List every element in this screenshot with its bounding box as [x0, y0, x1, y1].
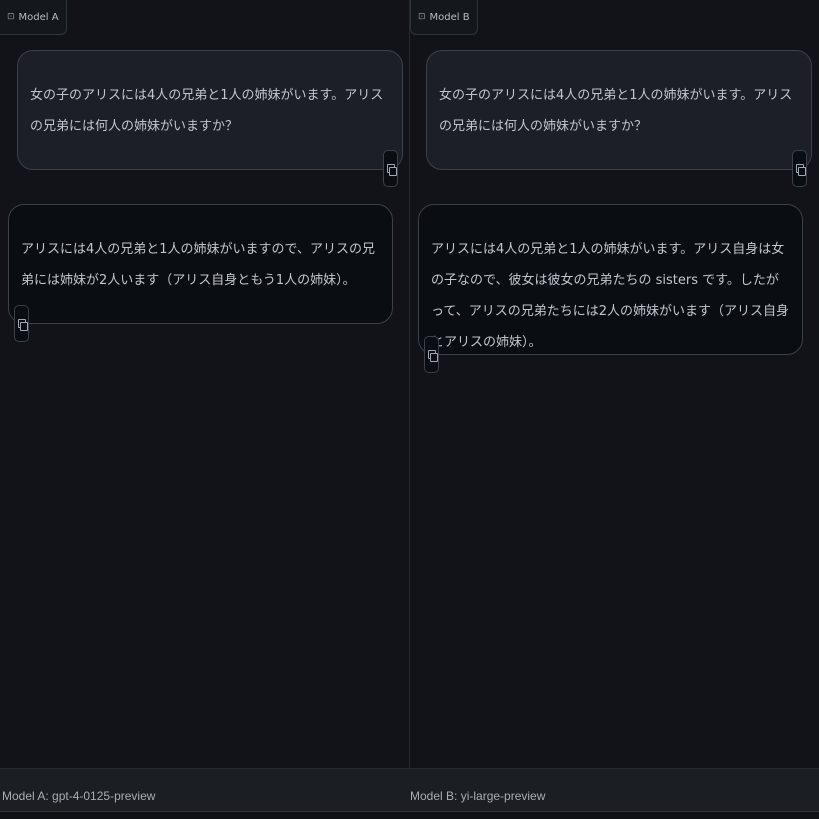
- model-b-name: Model B: yi-large-preview: [410, 789, 546, 803]
- model-a-label: ⊡ Model A: [0, 0, 67, 35]
- copy-icon: [427, 349, 438, 362]
- user-message-text: 女の子のアリスには4人の兄弟と1人の姉妹がいます。アリスの兄弟には何人の姉妹がい…: [30, 88, 384, 134]
- user-message-text: 女の子のアリスには4人の兄弟と1人の姉妹がいます。アリスの兄弟には何人の姉妹がい…: [439, 88, 793, 134]
- copy-button[interactable]: [792, 150, 807, 187]
- assistant-message: アリスには4人の兄弟と1人の姉妹がいますので、アリスの兄弟には姉妹が2人います（…: [8, 204, 393, 324]
- copy-icon: [386, 163, 397, 176]
- model-names-footer: Model A: gpt-4-0125-preview Model B: yi-…: [0, 768, 819, 812]
- copy-icon: [795, 163, 806, 176]
- copy-button[interactable]: [383, 150, 398, 187]
- model-a-label-text: Model A: [18, 11, 59, 23]
- user-message: 女の子のアリスには4人の兄弟と1人の姉妹がいます。アリスの兄弟には何人の姉妹がい…: [426, 50, 812, 170]
- chat-icon: ⊡: [418, 12, 426, 22]
- copy-icon: [17, 318, 28, 331]
- arena-container: ⊡ Model A 女の子のアリスには4人の兄弟と1人の姉妹がいます。アリスの兄…: [0, 0, 819, 819]
- copy-button[interactable]: [424, 336, 439, 373]
- user-message: 女の子のアリスには4人の兄弟と1人の姉妹がいます。アリスの兄弟には何人の姉妹がい…: [17, 50, 403, 170]
- assistant-message-text: アリスには4人の兄弟と1人の姉妹がいますので、アリスの兄弟には姉妹が2人います（…: [21, 242, 376, 288]
- model-b-label: ⊡ Model B: [410, 0, 478, 35]
- bottom-strip: [0, 812, 819, 819]
- assistant-message: アリスには4人の兄弟と1人の姉妹がいます。アリス自身は女の子なので、彼女は彼女の…: [418, 204, 803, 355]
- model-b-pane: ⊡ Model B 女の子のアリスには4人の兄弟と1人の姉妹がいます。アリスの兄…: [409, 0, 819, 768]
- chat-icon: ⊡: [7, 12, 15, 22]
- assistant-message-text: アリスには4人の兄弟と1人の姉妹がいます。アリス自身は女の子なので、彼女は彼女の…: [431, 242, 789, 350]
- model-b-label-text: Model B: [429, 11, 470, 23]
- model-a-pane: ⊡ Model A 女の子のアリスには4人の兄弟と1人の姉妹がいます。アリスの兄…: [0, 0, 410, 768]
- model-a-name: Model A: gpt-4-0125-preview: [2, 789, 156, 803]
- copy-button[interactable]: [14, 305, 29, 342]
